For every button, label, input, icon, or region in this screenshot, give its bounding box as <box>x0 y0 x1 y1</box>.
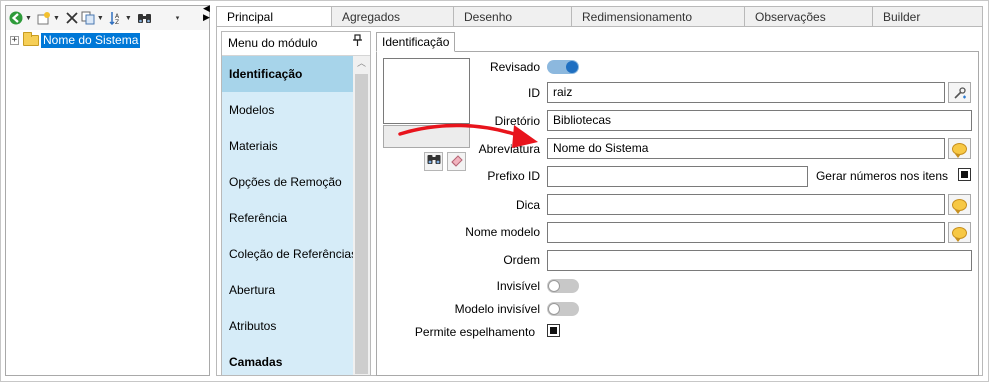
dica-translate-button[interactable] <box>948 194 971 215</box>
permite-espelhamento-checkbox[interactable] <box>547 324 560 337</box>
dica-label: Dica <box>515 198 540 212</box>
speech-bubble-icon <box>952 198 967 214</box>
tree-node-root[interactable]: + Nome do Sistema <box>10 31 141 48</box>
back-icon[interactable] <box>9 9 23 27</box>
ordem-field[interactable] <box>547 250 972 271</box>
tab-identificacao[interactable]: Identificação <box>376 32 456 52</box>
toggle-knob <box>548 303 560 315</box>
id-picker-button[interactable] <box>948 82 971 103</box>
annotation-arrow-icon <box>398 123 538 148</box>
module-menu-list: Identificação Modelos Materiais Opções d… <box>222 56 353 375</box>
tab-redimensionamento[interactable]: Redimensionamento <box>572 6 745 27</box>
tab-agregados[interactable]: Agregados <box>332 6 454 27</box>
chevron-down-icon[interactable]: ▼ <box>53 15 60 22</box>
tree-view: + Nome do Sistema <box>10 31 141 48</box>
module-menu-title: Menu do módulo <box>228 36 318 50</box>
find-icon[interactable] <box>137 9 152 27</box>
folder-icon <box>23 31 39 46</box>
module-menu-header: Menu do módulo <box>222 32 370 56</box>
checkbox-mark <box>550 327 557 334</box>
module-item-modelos[interactable]: Modelos <box>222 92 353 128</box>
toggle-knob <box>548 280 560 292</box>
modelo-invisivel-toggle[interactable] <box>547 302 579 316</box>
ordem-label: Ordem <box>503 253 540 267</box>
module-item-identificacao[interactable]: Identificação <box>222 56 353 92</box>
gerar-numeros-label: Gerar números nos itens <box>815 169 948 183</box>
module-item-abertura[interactable]: Abertura <box>222 272 353 308</box>
main-tabs: Principal Agregados Desenho Redimensiona… <box>216 6 983 27</box>
copy-icon[interactable] <box>81 9 95 27</box>
revisado-toggle[interactable] <box>547 60 579 74</box>
checkbox-mark <box>961 171 968 178</box>
gerar-numeros-checkbox[interactable] <box>958 168 971 181</box>
speech-bubble-icon <box>952 142 967 158</box>
scroll-thumb[interactable] <box>355 74 368 374</box>
diretorio-field[interactable]: Bibliotecas <box>547 110 972 131</box>
dica-field[interactable] <box>547 194 945 215</box>
revisado-label: Revisado <box>489 60 540 74</box>
module-item-opcoes-remocao[interactable]: Opções de Remoção <box>222 164 353 200</box>
module-menu: Menu do módulo Identificação Modelos Mat… <box>221 31 371 376</box>
prefixo-id-field[interactable] <box>547 166 808 187</box>
module-item-materiais[interactable]: Materiais <box>222 128 353 164</box>
pin-icon[interactable] <box>353 32 362 55</box>
invisivel-label: Invisível <box>496 279 540 293</box>
toolbar-overflow-icon[interactable]: ▾ <box>176 14 180 22</box>
tab-desenho[interactable]: Desenho <box>454 6 572 27</box>
modelo-invisivel-label: Modelo invisível <box>454 302 540 316</box>
nome-modelo-label: Nome modelo <box>465 225 540 239</box>
abreviatura-field[interactable]: Nome do Sistema <box>547 138 945 159</box>
chevron-down-icon[interactable]: ▼ <box>25 15 32 22</box>
id-field[interactable]: raiz <box>547 82 945 103</box>
svg-text:Z: Z <box>115 19 119 25</box>
tab-builder[interactable]: Builder <box>873 6 983 27</box>
toggle-knob <box>566 61 578 73</box>
speech-bubble-icon <box>952 226 967 242</box>
tree-toolbar: ▼ ▼ ▼ AZ ▼ ▾ <box>6 6 209 30</box>
permite-espelhamento-label: Permite espelhamento <box>414 325 535 339</box>
chevron-down-icon[interactable]: ▼ <box>125 15 132 22</box>
prefixo-id-label: Prefixo ID <box>487 169 540 183</box>
abreviatura-translate-button[interactable] <box>948 138 971 159</box>
splitter-collapse-arrows[interactable]: ◀ ▶ <box>203 4 215 22</box>
nome-modelo-translate-button[interactable] <box>948 222 971 243</box>
delete-icon[interactable] <box>65 9 79 27</box>
module-item-referencia[interactable]: Referência <box>222 200 353 236</box>
tree-panel: ▼ ▼ ▼ AZ ▼ ▾ + Nome do Sistema <box>5 5 210 376</box>
nome-modelo-field[interactable] <box>547 222 945 243</box>
chevron-down-icon[interactable]: ▼ <box>97 15 104 22</box>
invisivel-toggle[interactable] <box>547 279 579 293</box>
id-label: ID <box>528 86 540 100</box>
binoculars-icon[interactable] <box>424 152 443 171</box>
module-item-camadas[interactable]: Camadas <box>222 344 353 375</box>
expand-icon[interactable]: + <box>10 35 19 45</box>
new-item-icon[interactable] <box>37 9 51 27</box>
module-item-colecao-referencias[interactable]: Coleção de Referências <box>222 236 353 272</box>
module-item-atributos[interactable]: Atributos <box>222 308 353 344</box>
tree-node-label[interactable]: Nome do Sistema <box>41 32 141 48</box>
sort-icon[interactable]: AZ <box>109 9 123 27</box>
scroll-up-icon[interactable]: ︿ <box>353 56 370 70</box>
tab-principal[interactable]: Principal <box>216 6 332 27</box>
tab-observacoes[interactable]: Observações <box>745 6 873 27</box>
module-menu-scrollbar[interactable]: ︿ <box>353 56 370 375</box>
